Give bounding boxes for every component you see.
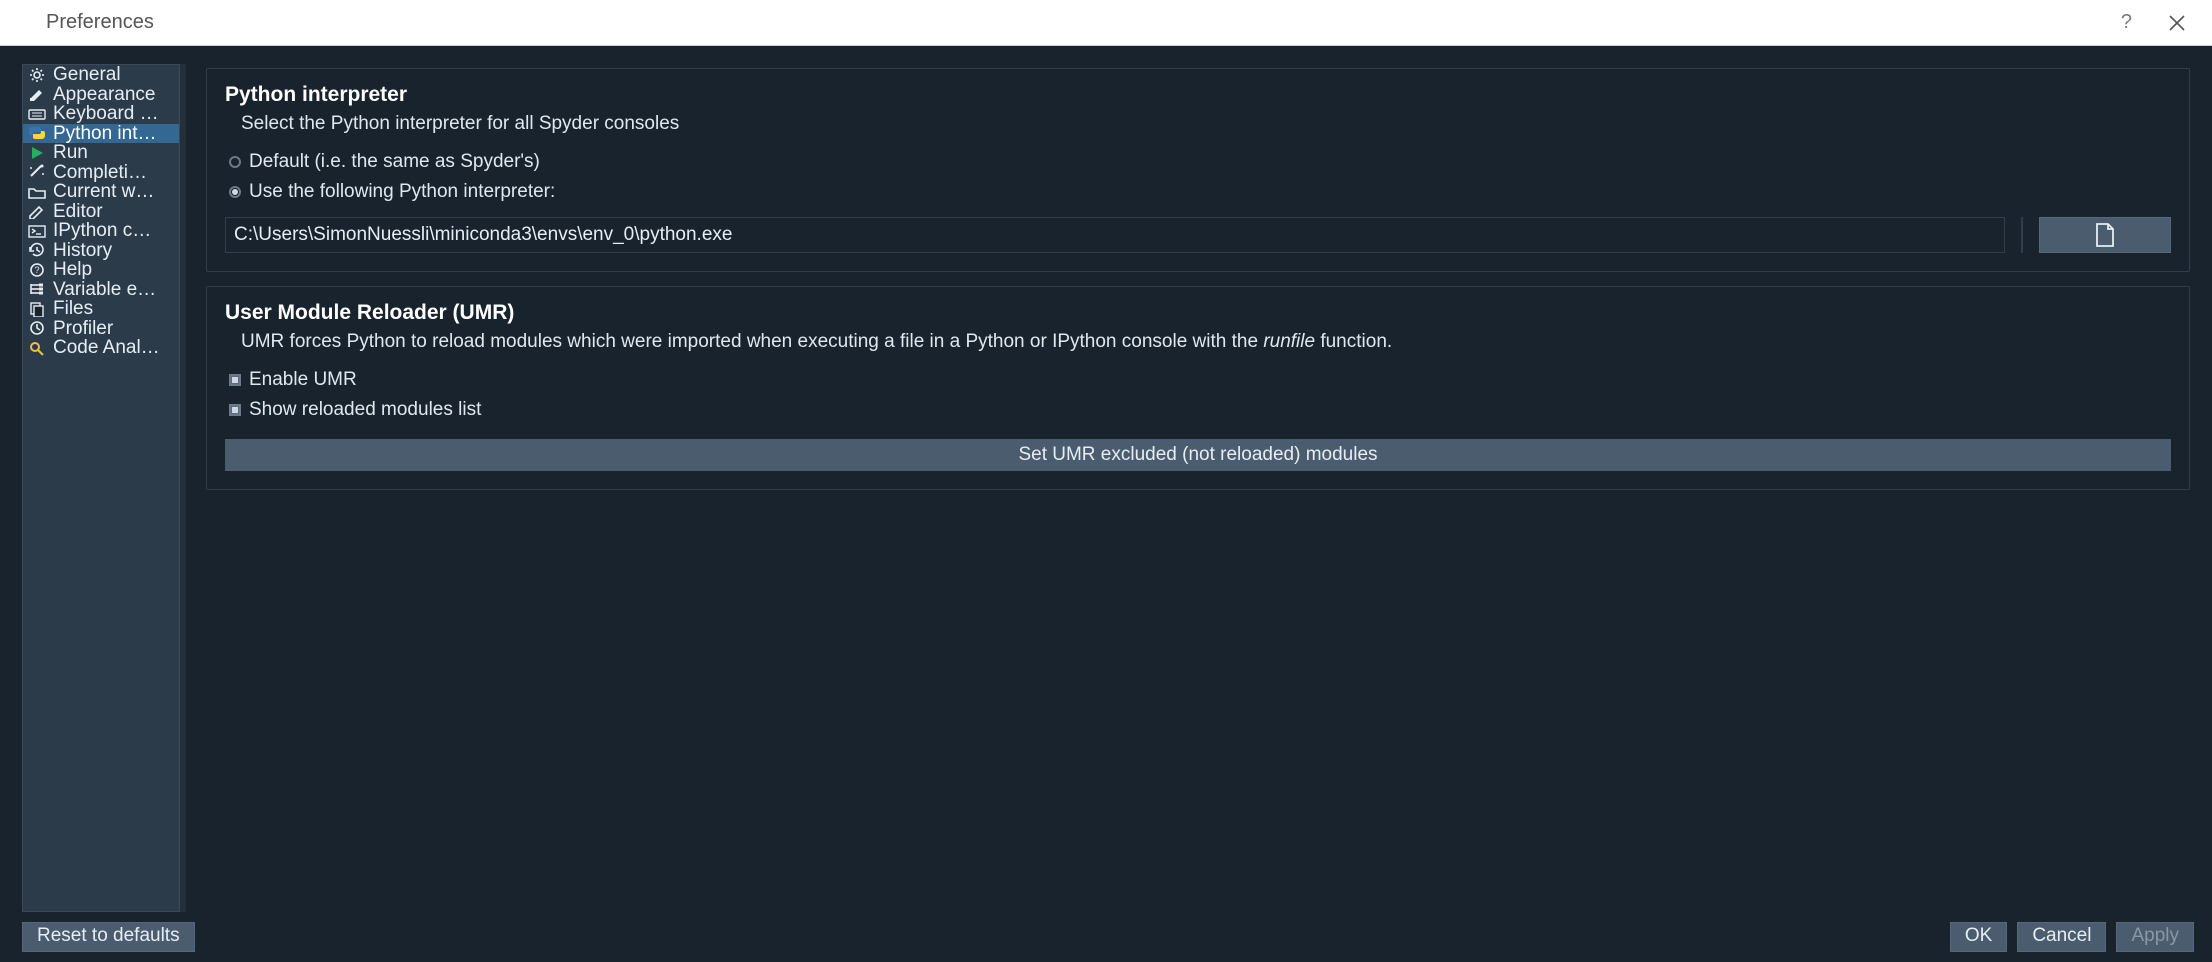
folder-icon — [25, 184, 49, 200]
sidebar-item-label: Code Anal… — [53, 338, 160, 357]
wand-icon — [25, 164, 49, 180]
interpreter-title: Python interpreter — [225, 83, 2171, 107]
pencil-icon — [25, 203, 49, 219]
play-icon — [25, 145, 49, 161]
svg-text:?: ? — [34, 265, 39, 275]
brush-icon — [25, 86, 49, 102]
ok-button[interactable]: OK — [1950, 922, 2007, 952]
umr-excluded-button[interactable]: Set UMR excluded (not reloaded) modules — [225, 439, 2171, 471]
sidebar-scrollbar[interactable] — [180, 64, 186, 912]
terminal-icon — [25, 223, 49, 239]
separator — [2021, 217, 2023, 253]
dialog-buttons: Reset to defaults OK Cancel Apply — [0, 912, 2212, 962]
reset-defaults-button[interactable]: Reset to defaults — [22, 922, 195, 952]
sidebar-item[interactable]: Current w… — [23, 182, 179, 202]
sidebar-item[interactable]: Python int… — [23, 124, 179, 144]
sidebar-item[interactable]: General — [23, 65, 179, 85]
checkbox-icon[interactable] — [229, 404, 241, 416]
umr-show-label: Show reloaded modules list — [249, 399, 481, 421]
files-icon — [25, 301, 49, 317]
sidebar-item[interactable]: Files — [23, 299, 179, 319]
sidebar-item[interactable]: Completi… — [23, 163, 179, 183]
window-title: Preferences — [46, 11, 2121, 34]
help-icon: ? — [25, 262, 49, 278]
interpreter-path-input[interactable] — [225, 217, 2005, 253]
sidebar-item-label: Appearance — [53, 85, 155, 104]
sidebar-item[interactable]: Editor — [23, 202, 179, 222]
sidebar-item-label: Help — [53, 260, 92, 279]
umr-show-option[interactable]: Show reloaded modules list — [225, 395, 2171, 425]
sidebar-item[interactable]: ? Help — [23, 260, 179, 280]
sidebar-item[interactable]: Code Anal… — [23, 338, 179, 358]
tree-icon — [25, 281, 49, 297]
radio-icon[interactable] — [229, 186, 241, 198]
umr-title: User Module Reloader (UMR) — [225, 301, 2171, 325]
umr-description: UMR forces Python to reload modules whic… — [225, 331, 2171, 353]
search-icon — [25, 340, 49, 356]
sidebar-item-label: History — [53, 241, 112, 260]
sidebar-item-label: Profiler — [53, 319, 113, 338]
sidebar-item-label: Current w… — [53, 182, 154, 201]
interpreter-custom-label: Use the following Python interpreter: — [249, 181, 555, 203]
sidebar-item[interactable]: Keyboard … — [23, 104, 179, 124]
interpreter-group: Python interpreter Select the Python int… — [206, 68, 2190, 272]
sidebar-item-label: Files — [53, 299, 93, 318]
umr-enable-option[interactable]: Enable UMR — [225, 365, 2171, 395]
apply-button[interactable]: Apply — [2116, 922, 2194, 952]
sidebar-item[interactable]: Appearance — [23, 85, 179, 105]
radio-icon[interactable] — [229, 156, 241, 168]
file-icon — [2094, 222, 2116, 248]
sidebar-item[interactable]: History — [23, 241, 179, 261]
sidebar-item[interactable]: Run — [23, 143, 179, 163]
browse-button[interactable] — [2039, 217, 2171, 253]
titlebar: Preferences ? — [0, 0, 2212, 46]
sidebar-item-label: Python int… — [53, 124, 157, 143]
cancel-button[interactable]: Cancel — [2017, 922, 2106, 952]
preferences-content: Python interpreter Select the Python int… — [196, 64, 2212, 912]
interpreter-default-option[interactable]: Default (i.e. the same as Spyder's) — [225, 147, 2171, 177]
close-icon[interactable] — [2168, 14, 2186, 32]
preferences-sidebar: GeneralAppearanceKeyboard …Python int…Ru… — [22, 64, 180, 912]
sidebar-item-label: Variable e… — [53, 280, 156, 299]
sidebar-item-label: Keyboard … — [53, 104, 159, 123]
sidebar-item-label: Completi… — [53, 163, 147, 182]
interpreter-custom-option[interactable]: Use the following Python interpreter: — [225, 177, 2171, 207]
sidebar-item-label: General — [53, 65, 121, 84]
clock-icon — [25, 320, 49, 336]
history-icon — [25, 242, 49, 258]
umr-enable-label: Enable UMR — [249, 369, 357, 391]
help-icon[interactable]: ? — [2121, 11, 2132, 34]
sidebar-item[interactable]: Profiler — [23, 319, 179, 339]
keyboard-icon — [25, 106, 49, 122]
interpreter-default-label: Default (i.e. the same as Spyder's) — [249, 151, 540, 173]
checkbox-icon[interactable] — [229, 374, 241, 386]
sidebar-item[interactable]: IPython c… — [23, 221, 179, 241]
sidebar-item-label: Editor — [53, 202, 103, 221]
gear-icon — [25, 67, 49, 83]
sidebar-item-label: IPython c… — [53, 221, 151, 240]
umr-group: User Module Reloader (UMR) UMR forces Py… — [206, 286, 2190, 490]
sidebar-item-label: Run — [53, 143, 88, 162]
sidebar-item[interactable]: Variable e… — [23, 280, 179, 300]
interpreter-description: Select the Python interpreter for all Sp… — [225, 113, 2171, 135]
python-icon — [25, 125, 49, 141]
